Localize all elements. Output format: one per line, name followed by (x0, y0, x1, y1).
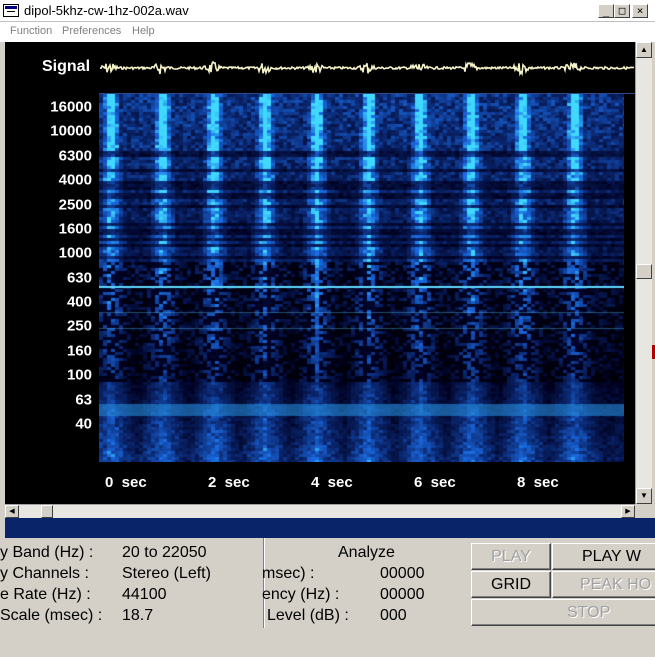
panel-divider (263, 538, 265, 628)
frequency-tick-label: 250 (66, 317, 92, 335)
frequency-tick-label: 4000 (58, 171, 92, 189)
rate-value: 44100 (122, 586, 167, 603)
info-panel: y Band (Hz) : 20 to 22050 y Channels : S… (0, 538, 655, 657)
scale-value: 18.7 (122, 607, 154, 624)
status-strip (5, 518, 655, 538)
close-button[interactable]: × (632, 4, 648, 18)
menu-bar: Function Preferences Help (0, 22, 655, 42)
frequency-axis: 16000 10000 6300 4000 2500 1600 1000 630 400 250 1… (5, 94, 97, 462)
time-tick-label: 6 sec (414, 474, 456, 491)
horizontal-scrollbar[interactable]: ◀ ▶ (5, 504, 635, 518)
time-tick-label: 0 sec (105, 474, 147, 491)
channels-label: y Channels : (0, 565, 89, 582)
analyze-time-label: msec) : (262, 565, 315, 582)
signal-label: Signal (42, 58, 91, 75)
scroll-up-arrow-icon[interactable]: ▲ (636, 42, 652, 58)
menu-function[interactable]: Function (10, 25, 52, 37)
minimize-button[interactable]: _ (598, 4, 614, 18)
frequency-tick-label: 1000 (58, 244, 92, 262)
scroll-left-arrow-icon[interactable]: ◀ (5, 505, 19, 518)
rate-label: e Rate (Hz) : (0, 586, 91, 603)
frequency-tick-label: 2500 (58, 196, 92, 214)
grid-button[interactable]: GRID (471, 571, 551, 598)
time-tick-label: 2 sec (208, 474, 250, 491)
signal-waveform (100, 60, 634, 77)
frequency-tick-label: 400 (66, 293, 92, 311)
analyze-frequency-label: ency (Hz) : (262, 586, 340, 603)
analyze-frequency-value: 00000 (380, 586, 425, 603)
play-button[interactable]: PLAY (471, 543, 551, 570)
scroll-right-arrow-icon[interactable]: ▶ (621, 505, 635, 518)
analyze-level-value: 000 (380, 607, 407, 624)
maximize-button[interactable]: □ (614, 4, 630, 18)
frequency-tick-label: 16000 (50, 98, 92, 116)
frequency-tick-label: 40 (75, 415, 92, 433)
stop-button[interactable]: STOP (471, 599, 655, 626)
frequency-tick-label: 10000 (50, 122, 92, 140)
frequency-tick-label: 160 (66, 342, 92, 360)
signal-trace (100, 60, 634, 77)
title-bar: dipol-5khz-cw-1hz-002a.wav _ □ × (0, 0, 655, 22)
play-w-button[interactable]: PLAY W (552, 543, 655, 570)
frequency-tick-label: 6300 (58, 147, 92, 165)
analyze-level-label: Level (dB) : (267, 607, 349, 624)
channels-value: Stereo (Left) (122, 565, 211, 582)
spectrogram-canvas (99, 94, 624, 462)
horizontal-scroll-thumb[interactable] (41, 505, 53, 518)
time-tick-label: 4 sec (311, 474, 353, 491)
window-title: dipol-5khz-cw-1hz-002a.wav (24, 3, 189, 18)
menu-help[interactable]: Help (132, 25, 155, 37)
vertical-scroll-thumb[interactable] (636, 264, 652, 279)
frequency-tick-label: 1600 (58, 220, 92, 238)
peak-hold-button[interactable]: PEAK HO (552, 571, 655, 598)
menu-preferences[interactable]: Preferences (62, 25, 121, 37)
app-icon[interactable] (3, 4, 19, 17)
scale-label: Scale (msec) : (0, 607, 103, 624)
analyze-time-value: 00000 (380, 565, 425, 582)
scroll-down-arrow-icon[interactable]: ▼ (636, 488, 652, 504)
band-value: 20 to 22050 (122, 544, 207, 561)
time-tick-label: 8 sec (517, 474, 559, 491)
frequency-tick-label: 100 (66, 366, 92, 384)
spectrogram-display[interactable]: Signal 16000 10000 6300 4000 2500 1600 1000 630… (5, 42, 635, 504)
band-label: y Band (Hz) : (0, 544, 94, 561)
time-axis: 0 sec 2 sec 4 sec 6 sec 8 sec (99, 470, 635, 494)
frequency-tick-label: 630 (66, 269, 92, 287)
analyze-title: Analyze (338, 544, 395, 561)
vertical-scrollbar[interactable]: ▲ ▼ (635, 42, 652, 504)
frequency-tick-label: 63 (75, 391, 92, 409)
